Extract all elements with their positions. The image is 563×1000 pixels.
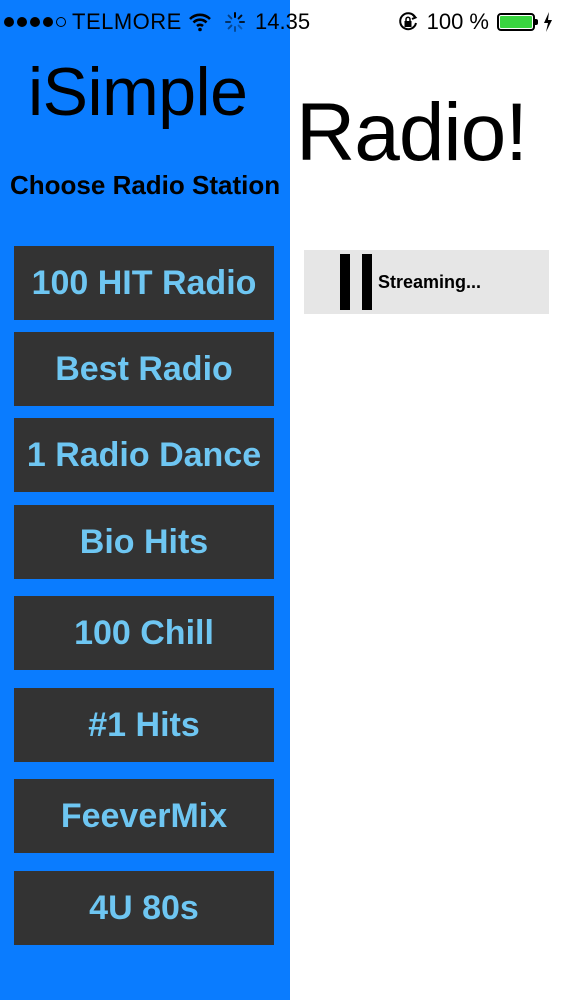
station-button-bio-hits[interactable]: Bio Hits	[14, 505, 274, 579]
pause-icon[interactable]	[340, 254, 374, 310]
station-button-4u-80s[interactable]: 4U 80s	[14, 871, 274, 945]
station-button-100-hit-radio[interactable]: 100 HIT Radio	[14, 246, 274, 320]
station-button-feevermix[interactable]: FeeverMix	[14, 779, 274, 853]
station-button-best-radio[interactable]: Best Radio	[14, 332, 274, 406]
battery-percentage: 100 %	[426, 9, 489, 34]
status-bar: TELMORE 14.35 100 %	[0, 0, 563, 44]
status-left: TELMORE	[4, 9, 246, 35]
choose-station-label: Choose Radio Station	[10, 170, 281, 200]
battery-icon	[497, 13, 538, 31]
status-time: 14.35	[255, 9, 311, 34]
charging-bolt-icon	[544, 12, 552, 32]
wifi-icon	[188, 13, 211, 32]
signal-strength-icon	[4, 17, 66, 27]
station-button-1-radio-dance[interactable]: 1 Radio Dance	[14, 418, 274, 492]
station-button-1-hits[interactable]: #1 Hits	[14, 688, 274, 762]
player-bar: Streaming...	[304, 250, 549, 314]
app-title: iSimple	[28, 54, 248, 130]
activity-spinner-icon	[224, 12, 245, 32]
carrier-name: TELMORE	[72, 9, 182, 34]
streaming-status: Streaming...	[378, 271, 482, 292]
app-title-suffix: Radio!	[296, 87, 528, 178]
station-button-100-chill[interactable]: 100 Chill	[14, 596, 274, 670]
orientation-lock-icon	[398, 12, 417, 31]
status-right: 100 %	[397, 9, 553, 35]
